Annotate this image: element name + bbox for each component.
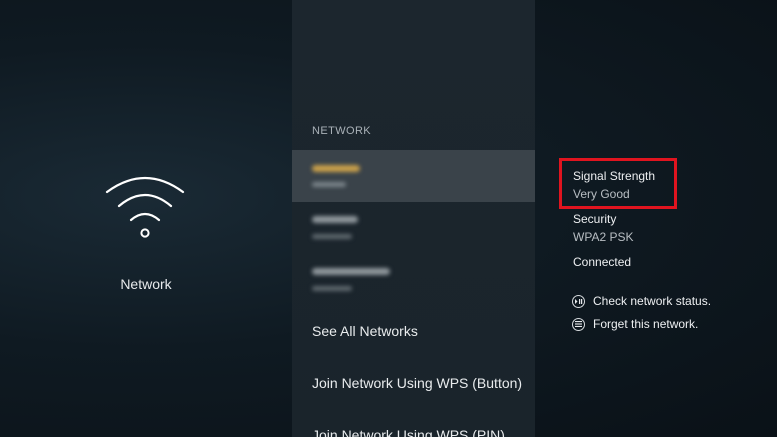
- network-list-item-selected[interactable]: [292, 150, 535, 202]
- network-list-item[interactable]: [292, 258, 535, 306]
- network-settings-screen: Network NETWORK See All Networks Join Ne…: [0, 0, 777, 437]
- forget-network-label: Forget this network.: [593, 317, 699, 331]
- category-panel: Network: [0, 0, 292, 437]
- signal-strength-label: Signal Strength: [573, 169, 656, 183]
- network-menu: NETWORK See All Networks Join Network Us…: [292, 0, 535, 437]
- menu-header: NETWORK: [312, 125, 372, 137]
- check-network-status-hint[interactable]: Check network status.: [572, 293, 711, 309]
- network-status-redacted: [312, 234, 352, 239]
- check-network-status-label: Check network status.: [593, 294, 712, 308]
- security-value: WPA2 PSK: [573, 230, 634, 244]
- security-label: Security: [573, 212, 617, 226]
- wifi-icon: [105, 176, 185, 238]
- join-wps-button-item[interactable]: Join Network Using WPS (Button): [312, 375, 522, 391]
- network-name-redacted: [312, 268, 390, 275]
- network-status-redacted: [312, 286, 352, 291]
- signal-strength-highlight: [559, 158, 677, 209]
- join-wps-pin-item[interactable]: Join Network Using WPS (PIN): [312, 427, 505, 437]
- network-status-redacted: [312, 182, 346, 187]
- connection-status: Connected: [573, 255, 632, 269]
- category-title: Network: [120, 276, 172, 292]
- see-all-networks-item[interactable]: See All Networks: [312, 323, 418, 339]
- network-list-item[interactable]: [292, 206, 535, 254]
- forget-network-hint[interactable]: Forget this network.: [572, 316, 698, 332]
- network-name-redacted: [312, 165, 360, 172]
- menu-button-icon: [572, 317, 585, 331]
- signal-strength-value: Very Good: [573, 187, 630, 201]
- play-pause-button-icon: [572, 294, 585, 308]
- network-name-redacted: [312, 216, 358, 223]
